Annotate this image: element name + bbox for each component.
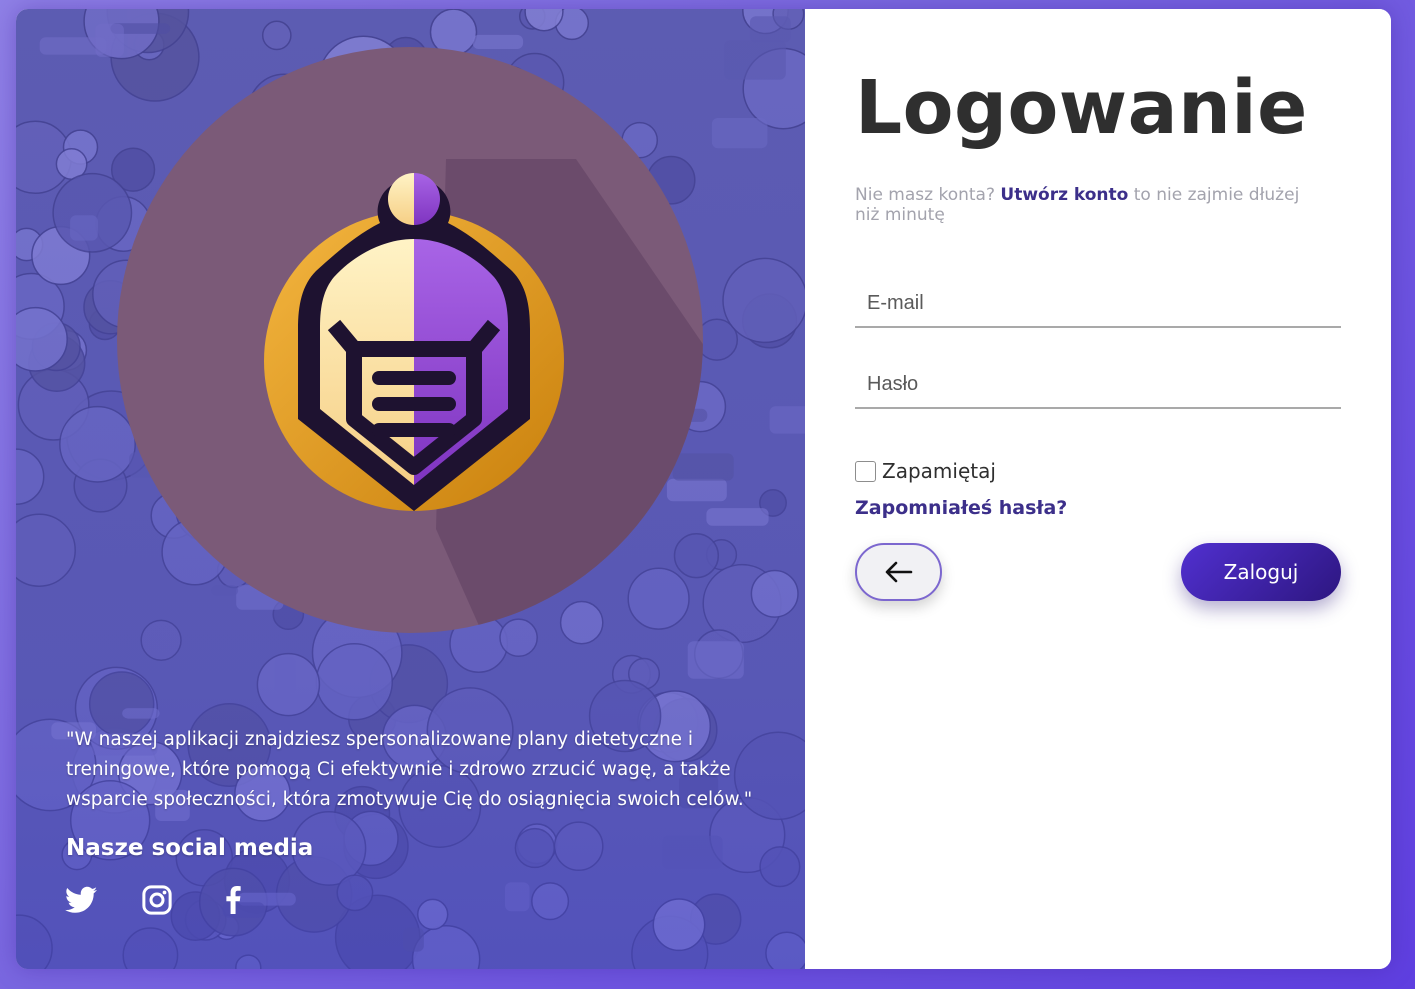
page-title: Logowanie — [855, 65, 1308, 151]
remember-me[interactable]: Zapamiętaj — [855, 459, 996, 483]
promo-quote: "W naszej aplikacji znajdziesz spersonal… — [66, 729, 753, 810]
signup-hint-prefix: Nie masz konta? — [855, 185, 995, 205]
create-account-link[interactable]: Utwórz konto — [1000, 185, 1128, 205]
instagram-icon[interactable] — [140, 883, 174, 917]
twitter-icon[interactable] — [64, 883, 98, 917]
login-button[interactable]: Zaloguj — [1181, 543, 1341, 601]
login-panel: Logowanie Nie masz konta? Utwórz konto t… — [805, 9, 1391, 969]
app-logo — [117, 47, 703, 633]
arrow-left-icon — [885, 561, 912, 583]
email-field[interactable] — [855, 280, 1341, 328]
facebook-icon[interactable] — [216, 883, 250, 917]
password-field[interactable] — [855, 361, 1341, 409]
social-media-title: Nasze social media — [66, 835, 314, 861]
login-card: "W naszej aplikacji znajdziesz spersonal… — [16, 9, 1391, 969]
signup-hint: Nie masz konta? Utwórz konto to nie zajm… — [855, 185, 1325, 225]
back-button[interactable] — [855, 543, 942, 601]
forgot-password-link[interactable]: Zapomniałeś hasła? — [855, 497, 1067, 519]
promo-panel: "W naszej aplikacji znajdziesz spersonal… — [16, 9, 805, 969]
remember-checkbox[interactable] — [855, 460, 876, 482]
remember-label: Zapamiętaj — [882, 459, 996, 483]
